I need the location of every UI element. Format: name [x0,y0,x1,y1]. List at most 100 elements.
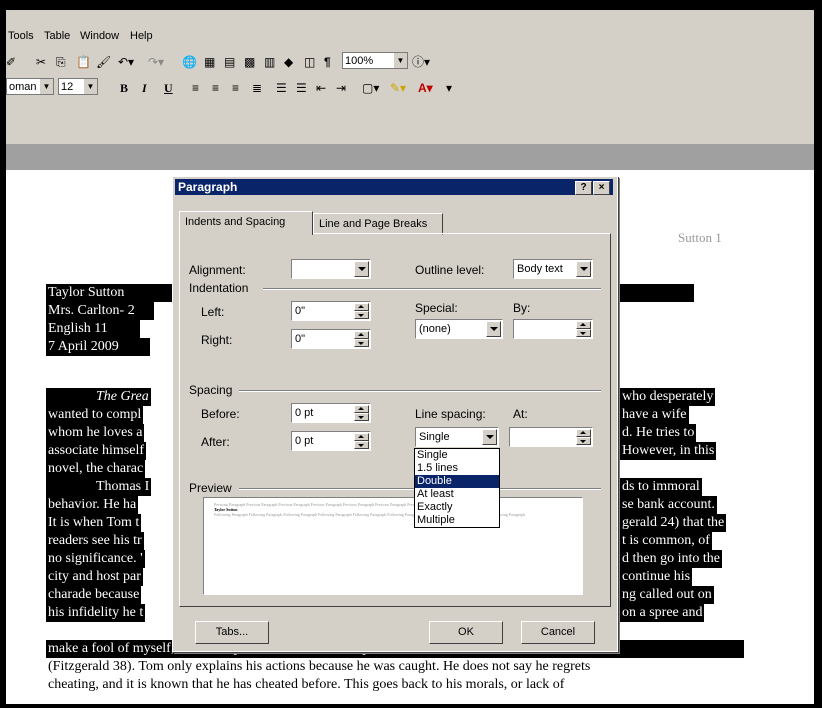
decrease-indent-icon[interactable]: ⇤ [316,79,326,97]
spin-up-icon[interactable] [354,331,369,339]
redo-icon[interactable]: ↷▾ [148,53,164,71]
line-spacing-option[interactable]: 1.5 lines [415,462,499,475]
right-indent-value: 0" [295,333,306,345]
insert-excel-icon[interactable]: ▩ [244,53,255,71]
spin-up-icon[interactable] [354,433,369,441]
line-spacing-option[interactable]: At least [415,488,499,501]
spacing-before-input[interactable]: 0 pt [291,403,371,423]
spin-up-icon[interactable] [576,321,591,329]
spin-down-icon[interactable] [354,441,369,449]
body-line-right: on a spree and [620,604,705,622]
body-line-right: who desperately [620,388,716,406]
tab-line-page-breaks[interactable]: Line and Page Breaks [313,213,443,235]
align-left-icon[interactable]: ≡ [192,79,199,97]
line-spacing-option[interactable]: Double [415,475,499,488]
menu-window[interactable]: Window [80,30,119,42]
toolbar-options-icon[interactable]: ▾ [446,79,452,97]
hyperlink-icon[interactable]: 🌐 [182,53,197,71]
font-name-value: oman [9,81,37,93]
line-spacing-label: Line spacing: [415,407,486,421]
close-icon[interactable]: × [593,181,610,195]
help-button[interactable]: ? [575,181,592,195]
chevron-down-icon[interactable] [576,261,591,277]
spinner[interactable] [576,429,591,445]
spin-up-icon[interactable] [576,429,591,437]
tab-indents-spacing[interactable]: Indents and Spacing [179,211,313,235]
paste-icon[interactable]: 📋 [76,53,91,71]
tables-borders-icon[interactable]: ▦ [204,53,215,71]
formatting-toolbar: oman ▼ 12 ▼ B I U ≡ ≡ ≡ ≣ ☰ ☰ ⇤ ⇥ ▢▾ ✎▾ … [6,76,814,100]
cancel-button[interactable]: Cancel [521,621,595,644]
tabs-button[interactable]: Tabs... [195,621,269,644]
underline-button[interactable]: U [164,79,173,97]
right-indent-input[interactable]: 0" [291,329,371,349]
format-painter-icon[interactable]: ✐ [6,53,16,71]
left-indent-input[interactable]: 0" [291,301,371,321]
highlight-icon[interactable]: ✎▾ [390,79,406,97]
align-right-icon[interactable]: ≡ [232,79,239,97]
spin-down-icon[interactable] [576,437,591,445]
spin-down-icon[interactable] [354,413,369,421]
spin-up-icon[interactable] [354,405,369,413]
line-spacing-option[interactable]: Multiple [415,514,499,527]
at-input[interactable] [509,427,593,447]
alignment-select[interactable] [291,259,371,279]
drawing-icon[interactable]: ◆ [284,53,293,71]
chevron-down-icon[interactable] [482,429,497,445]
line-spacing-option[interactable]: Single [415,449,499,462]
font-color-icon[interactable]: A▾ [418,79,433,97]
preview-following-text: Following Paragraph Following Paragraph … [214,512,525,517]
bold-button[interactable]: B [120,79,128,97]
chevron-down-icon[interactable]: ▼ [393,53,407,68]
zoom-combo[interactable]: 100% ▼ [342,52,408,69]
help-icon[interactable]: ⓘ▾ [412,53,430,71]
body-line-right: However, in this [620,442,717,460]
bullets-icon[interactable]: ☰ [296,79,307,97]
dialog-title-bar[interactable]: Paragraph ? × [175,179,613,195]
chevron-down-icon[interactable]: ▼ [83,79,97,94]
brush-icon[interactable]: 🖌 [96,53,111,71]
spinner[interactable] [354,303,369,319]
spin-down-icon[interactable] [576,329,591,337]
italic-button[interactable]: I [142,79,147,97]
spin-down-icon[interactable] [354,339,369,347]
columns-icon[interactable]: ▥ [264,53,275,71]
preview-label: Preview [189,481,232,495]
line-spacing-option[interactable]: Exactly [415,501,499,514]
word-window: Tools Table Window Help ✐ ✂ ⎘ 📋 🖌 ↶▾ ↷▾ … [6,10,814,704]
spinner[interactable] [354,405,369,421]
body-line-left: associate himself [46,442,147,460]
spin-down-icon[interactable] [354,311,369,319]
ok-button[interactable]: OK [429,621,503,644]
chevron-down-icon[interactable] [354,261,369,277]
spin-up-icon[interactable] [354,303,369,311]
chevron-down-icon[interactable]: ▼ [39,79,53,94]
show-hide-icon[interactable]: ¶ [324,53,331,71]
line-spacing-select[interactable]: Single [415,427,499,447]
copy-icon[interactable]: ⎘ [56,53,66,71]
font-size-combo[interactable]: 12 ▼ [58,78,98,95]
borders-icon[interactable]: ▢▾ [362,79,379,97]
special-select[interactable]: (none) [415,319,503,339]
spacing-after-input[interactable]: 0 pt [291,431,371,451]
menu-table[interactable]: Table [44,30,70,42]
body-line-left: novel, the charac [46,460,146,478]
spinner[interactable] [576,321,591,337]
align-center-icon[interactable]: ≡ [212,79,219,97]
increase-indent-icon[interactable]: ⇥ [336,79,346,97]
insert-table-icon[interactable]: ▤ [224,53,235,71]
menu-help[interactable]: Help [130,30,153,42]
cut-icon[interactable]: ✂ [36,53,46,71]
outline-level-select[interactable]: Body text [513,259,593,279]
undo-icon[interactable]: ↶▾ [118,53,134,71]
justify-icon[interactable]: ≣ [252,79,262,97]
font-name-combo[interactable]: oman ▼ [6,78,54,95]
menu-tools[interactable]: Tools [8,30,34,42]
numbering-icon[interactable]: ☰ [276,79,287,97]
chevron-down-icon[interactable] [486,321,501,337]
by-input[interactable] [513,319,593,339]
spinner[interactable] [354,331,369,347]
document-map-icon[interactable]: ◫ [304,53,315,71]
body-line-right: gerald 24) that the [620,514,727,532]
spinner[interactable] [354,433,369,449]
